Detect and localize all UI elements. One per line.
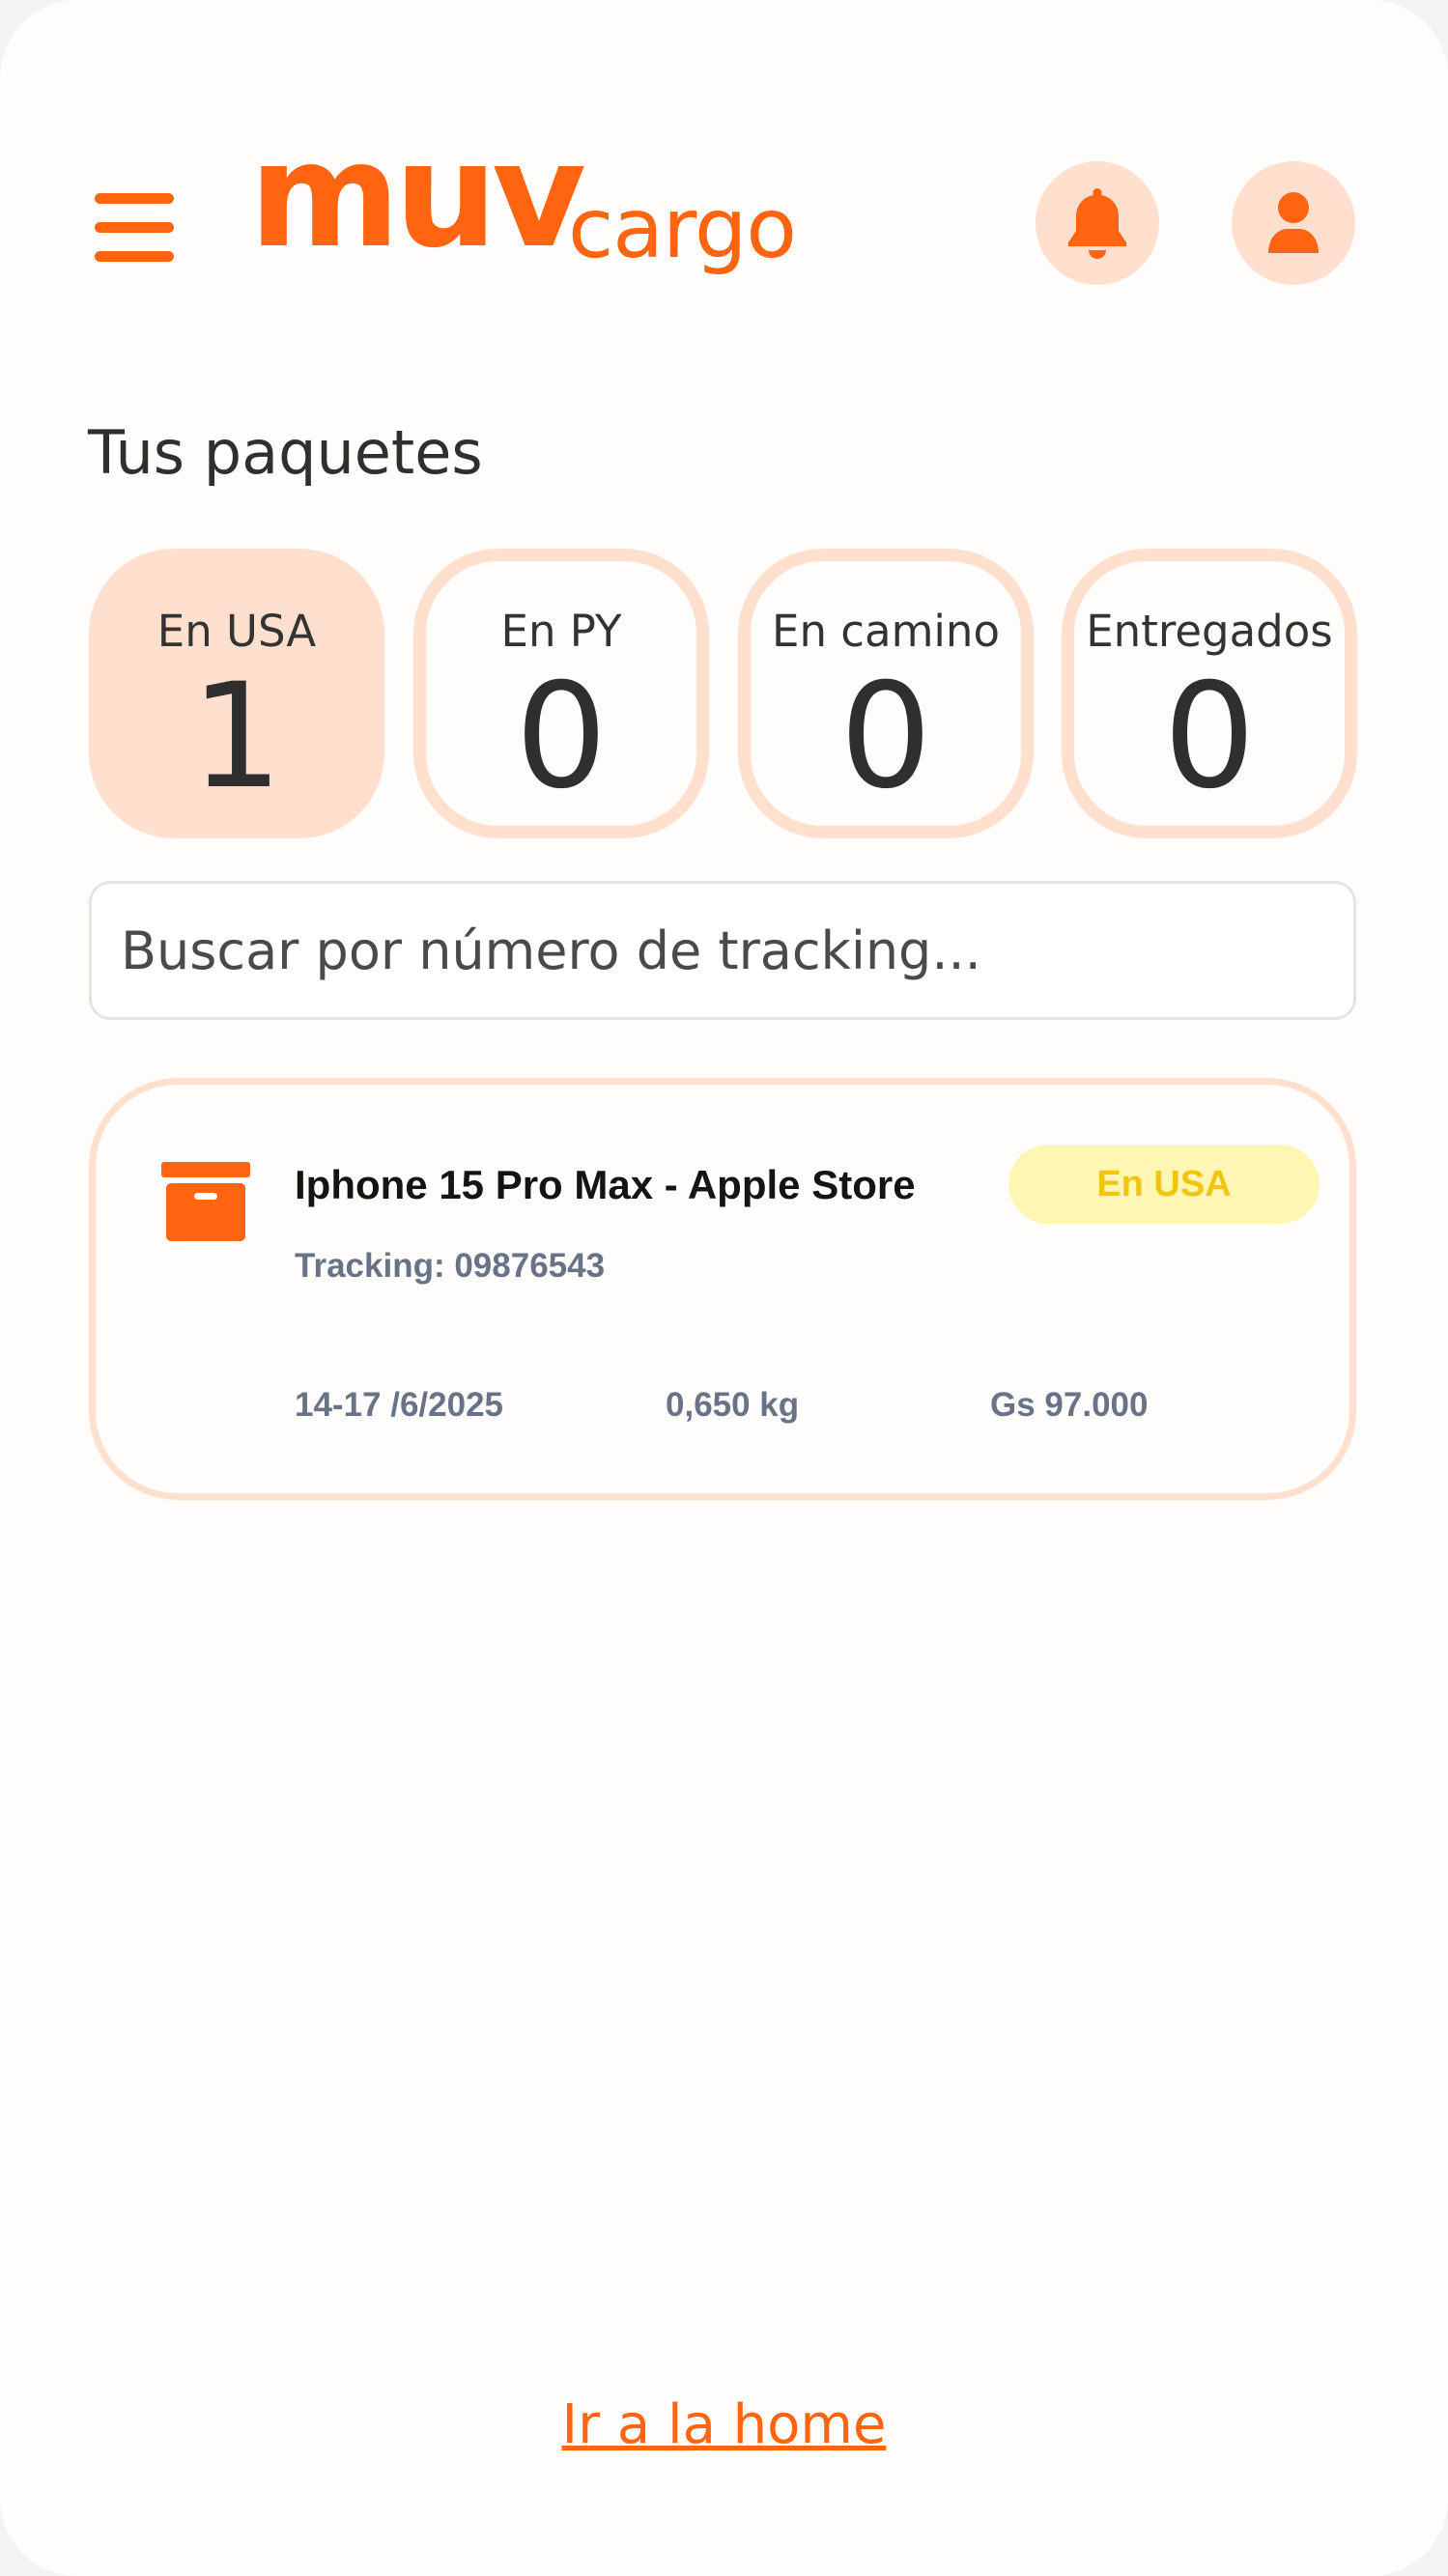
menu-bar — [95, 222, 174, 233]
tab-count: 0 — [1163, 653, 1256, 821]
package-date: 14-17 /6/2025 — [295, 1386, 504, 1424]
package-price: Gs 97.000 — [990, 1386, 1149, 1424]
tab-count: 0 — [515, 653, 608, 821]
profile-button[interactable] — [1232, 161, 1355, 285]
package-name: Iphone 15 Pro Max - Apple Store — [295, 1162, 916, 1207]
tab-en-camino[interactable]: En camino 0 — [738, 549, 1034, 838]
logo-cargo-text: cargo — [568, 181, 797, 277]
package-tracking: Tracking: 09876543 — [295, 1247, 606, 1285]
archive-box-icon — [161, 1162, 250, 1241]
package-weight: 0,650 kg — [666, 1386, 800, 1424]
tab-label: Entregados — [1086, 606, 1333, 657]
page-title: Tus paquetes — [88, 417, 483, 488]
app-screen: muv cargo Tus paquetes En USA 1 En PY 0 … — [0, 0, 1448, 2576]
tracking-search-input[interactable] — [89, 881, 1356, 1020]
tab-en-usa[interactable]: En USA 1 — [89, 549, 384, 838]
tab-en-py[interactable]: En PY 0 — [413, 549, 709, 838]
tab-label: En USA — [156, 606, 317, 657]
tab-label: En camino — [772, 606, 1000, 657]
status-badge: En USA — [1008, 1145, 1320, 1224]
muv-cargo-logo[interactable]: muv cargo — [249, 124, 797, 299]
tab-label: En PY — [500, 606, 622, 657]
menu-bar — [95, 251, 174, 262]
tab-count: 1 — [190, 653, 283, 821]
tab-entregados[interactable]: Entregados 0 — [1062, 549, 1357, 838]
menu-bar — [95, 193, 174, 204]
logo-muv-text: muv — [249, 112, 586, 280]
hamburger-menu-icon[interactable] — [95, 193, 174, 263]
bell-icon — [1068, 188, 1126, 259]
user-icon — [1268, 192, 1319, 253]
notifications-button[interactable] — [1036, 161, 1159, 285]
tab-count: 0 — [839, 653, 932, 821]
go-home-link[interactable]: Ir a la home — [0, 2393, 1448, 2456]
package-card[interactable]: Iphone 15 Pro Max - Apple Store En USA T… — [89, 1078, 1356, 1500]
